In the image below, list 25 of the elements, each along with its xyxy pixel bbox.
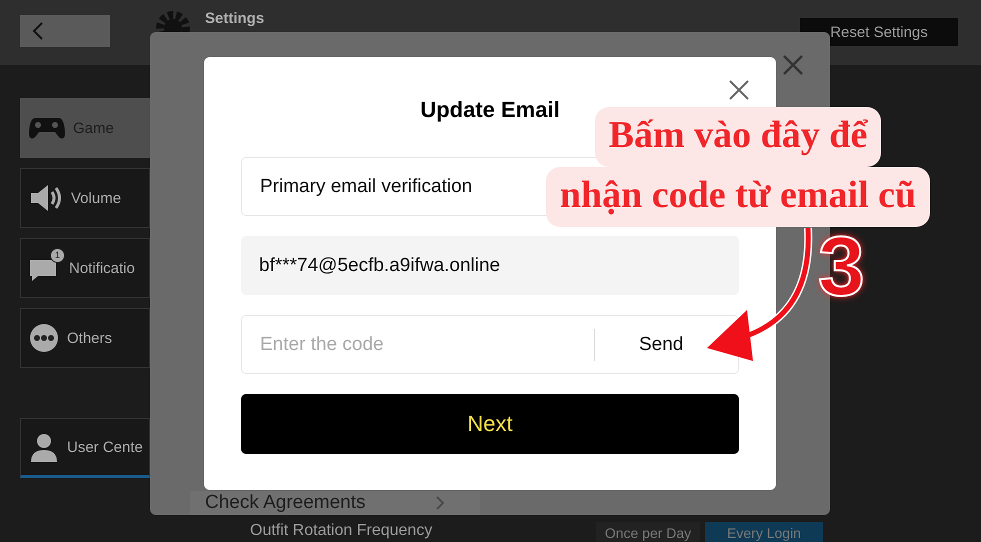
next-button[interactable]: Next	[241, 394, 739, 454]
gear-icon	[155, 10, 191, 32]
sidebar-item[interactable]: User Cente	[20, 418, 150, 478]
speaker-icon	[29, 183, 63, 213]
callout-tooltip: nhận code từ email cũ	[546, 167, 930, 227]
email-field: bf***74@5ecfb.a9ifwa.online	[241, 236, 739, 295]
page-title: Settings	[205, 10, 264, 27]
callout-tooltip: Bấm vào đây để	[594, 107, 882, 167]
option-button[interactable]: Once per Day	[596, 522, 700, 542]
setting-label: Outfit Rotation Frequency	[250, 522, 434, 540]
count-badge: 1	[50, 248, 65, 263]
sidebar-item[interactable]: Others	[20, 308, 150, 368]
reset-settings-button[interactable]: Reset Settings	[800, 18, 958, 46]
sidebar-item[interactable]: 1 Notificatio	[20, 238, 150, 298]
dialog-title: Update Email	[420, 96, 560, 124]
user-icon	[29, 432, 59, 462]
dots-icon	[29, 323, 59, 353]
chevron-left-icon	[32, 21, 44, 41]
chevron-right-icon	[436, 496, 444, 510]
close-icon[interactable]	[783, 55, 803, 75]
sidebar-item[interactable]: Volume	[20, 168, 150, 228]
step-number: 3	[818, 224, 865, 308]
send-button[interactable]: Send	[594, 328, 704, 360]
close-icon[interactable]	[729, 80, 749, 100]
code-field[interactable]: Enter the code Send	[241, 315, 739, 374]
